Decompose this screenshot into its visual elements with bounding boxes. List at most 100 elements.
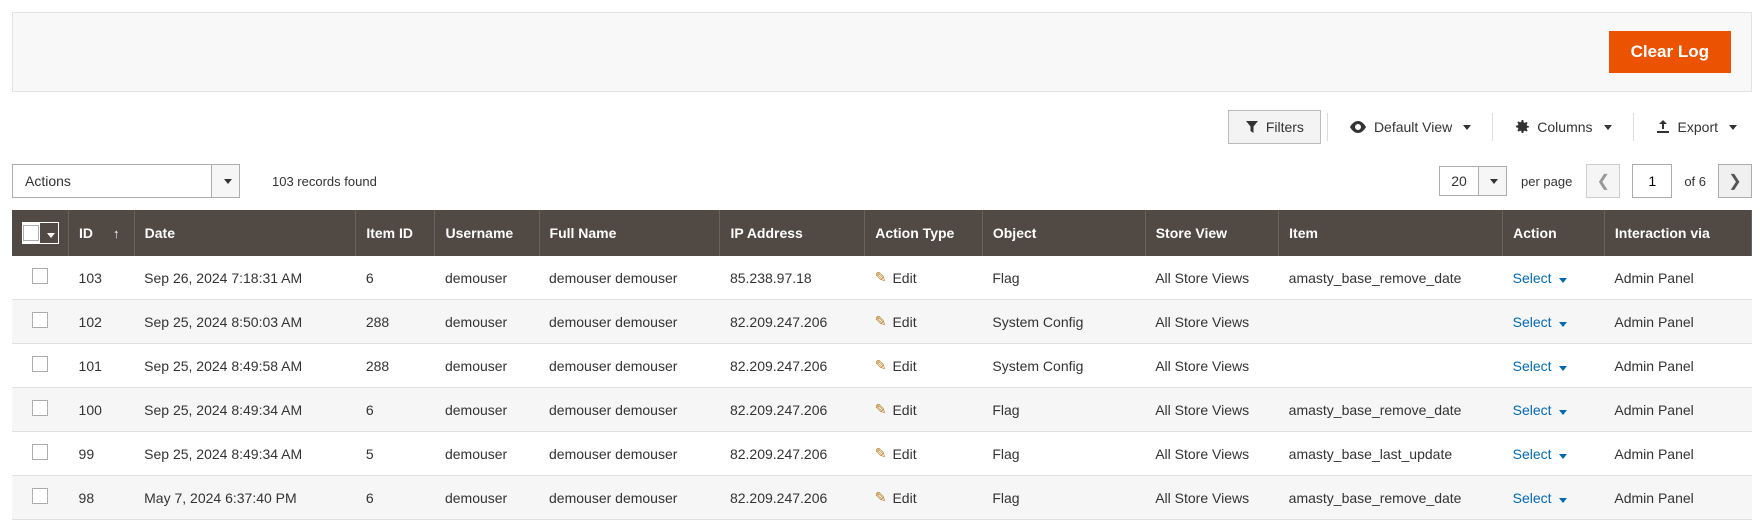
col-item[interactable]: Item <box>1279 210 1503 256</box>
prev-page-button[interactable]: ❮ <box>1586 164 1620 198</box>
pencil-icon: ✎ <box>875 269 887 286</box>
grid-controls: Actions 103 records found 20 per page ❮ … <box>12 164 1752 198</box>
cell-action: Select <box>1503 476 1605 520</box>
cell-username: demouser <box>435 476 539 520</box>
cell-id: 100 <box>69 388 135 432</box>
cell-interaction: Admin Panel <box>1604 388 1751 432</box>
default-view-button[interactable]: Default View <box>1334 112 1486 142</box>
export-button[interactable]: Export <box>1640 112 1752 142</box>
cell-full-name: demouser demouser <box>539 432 720 476</box>
filters-button[interactable]: Filters <box>1228 110 1321 144</box>
of-pages-label: of 6 <box>1684 174 1706 189</box>
row-action-select[interactable]: Select <box>1513 402 1568 418</box>
row-action-select[interactable]: Select <box>1513 270 1568 286</box>
cell-action-type: ✎Edit <box>865 432 983 476</box>
cell-action-type: ✎Edit <box>865 388 983 432</box>
caret-down-icon <box>1559 366 1567 371</box>
row-checkbox[interactable] <box>32 444 48 460</box>
filters-label: Filters <box>1266 119 1304 135</box>
separator <box>1633 113 1634 141</box>
col-full-name[interactable]: Full Name <box>539 210 720 256</box>
funnel-icon <box>1245 120 1259 134</box>
cell-item-id: 6 <box>356 256 435 300</box>
select-all-checkbox[interactable] <box>22 222 59 244</box>
col-date[interactable]: Date <box>134 210 356 256</box>
cell-object: Flag <box>982 256 1145 300</box>
cell-date: Sep 25, 2024 8:50:03 AM <box>134 300 356 344</box>
cell-interaction: Admin Panel <box>1604 300 1751 344</box>
col-action-type[interactable]: Action Type <box>865 210 983 256</box>
col-store-view[interactable]: Store View <box>1145 210 1278 256</box>
col-object[interactable]: Object <box>982 210 1145 256</box>
cell-object: Flag <box>982 388 1145 432</box>
row-checkbox[interactable] <box>32 268 48 284</box>
cell-object: Flag <box>982 432 1145 476</box>
table-row[interactable]: 103 Sep 26, 2024 7:18:31 AM 6 demouser d… <box>12 256 1752 300</box>
cell-date: May 7, 2024 6:37:40 PM <box>134 476 356 520</box>
cell-item <box>1279 300 1503 344</box>
page-size-dropdown[interactable]: 20 <box>1439 166 1507 196</box>
cell-item: amasty_base_remove_date <box>1279 256 1503 300</box>
col-item-id[interactable]: Item ID <box>356 210 435 256</box>
cell-store-view: All Store Views <box>1145 256 1278 300</box>
cell-action: Select <box>1503 300 1605 344</box>
row-checkbox[interactable] <box>32 312 48 328</box>
cell-action: Select <box>1503 344 1605 388</box>
row-action-select[interactable]: Select <box>1513 358 1568 374</box>
cell-object: Flag <box>982 476 1145 520</box>
chevron-left-icon: ❮ <box>1597 171 1610 191</box>
cell-action: Select <box>1503 256 1605 300</box>
cell-id: 102 <box>69 300 135 344</box>
records-found-label: 103 records found <box>272 174 377 189</box>
col-interaction[interactable]: Interaction via <box>1604 210 1751 256</box>
row-action-select[interactable]: Select <box>1513 314 1568 330</box>
cell-action: Select <box>1503 432 1605 476</box>
caret-down-icon <box>1604 125 1612 130</box>
table-row[interactable]: 101 Sep 25, 2024 8:49:58 AM 288 demouser… <box>12 344 1752 388</box>
page-input[interactable] <box>1632 164 1672 198</box>
table-row[interactable]: 100 Sep 25, 2024 8:49:34 AM 6 demouser d… <box>12 388 1752 432</box>
caret-down-icon <box>1559 498 1567 503</box>
columns-label: Columns <box>1537 119 1592 135</box>
log-grid: ID↑ Date Item ID Username Full Name IP A… <box>12 210 1752 520</box>
columns-button[interactable]: Columns <box>1499 112 1626 142</box>
col-ip[interactable]: IP Address <box>720 210 865 256</box>
cell-ip: 82.209.247.206 <box>720 476 865 520</box>
chevron-down-icon <box>212 164 240 198</box>
row-checkbox[interactable] <box>32 400 48 416</box>
cell-id: 103 <box>69 256 135 300</box>
pencil-icon: ✎ <box>875 445 887 462</box>
actions-label: Actions <box>12 164 212 198</box>
eye-icon <box>1349 121 1367 133</box>
cell-date: Sep 25, 2024 8:49:34 AM <box>134 388 356 432</box>
row-checkbox[interactable] <box>32 488 48 504</box>
caret-down-icon <box>1559 454 1567 459</box>
pencil-icon: ✎ <box>875 313 887 330</box>
cell-full-name: demouser demouser <box>539 476 720 520</box>
cell-store-view: All Store Views <box>1145 476 1278 520</box>
table-row[interactable]: 99 Sep 25, 2024 8:49:34 AM 5 demouser de… <box>12 432 1752 476</box>
table-row[interactable]: 98 May 7, 2024 6:37:40 PM 6 demouser dem… <box>12 476 1752 520</box>
cell-item: amasty_base_remove_date <box>1279 388 1503 432</box>
cell-id: 98 <box>69 476 135 520</box>
cell-item: amasty_base_last_update <box>1279 432 1503 476</box>
row-action-select[interactable]: Select <box>1513 446 1568 462</box>
cell-store-view: All Store Views <box>1145 388 1278 432</box>
caret-down-icon <box>1559 410 1567 415</box>
col-action[interactable]: Action <box>1503 210 1605 256</box>
row-checkbox[interactable] <box>32 356 48 372</box>
table-row[interactable]: 102 Sep 25, 2024 8:50:03 AM 288 demouser… <box>12 300 1752 344</box>
actions-dropdown[interactable]: Actions <box>12 164 240 198</box>
next-page-button[interactable]: ❯ <box>1718 164 1752 198</box>
caret-down-icon <box>1559 278 1567 283</box>
separator <box>1492 113 1493 141</box>
cell-interaction: Admin Panel <box>1604 432 1751 476</box>
row-action-select[interactable]: Select <box>1513 490 1568 506</box>
col-username[interactable]: Username <box>435 210 539 256</box>
header-bar: Clear Log <box>12 12 1752 92</box>
col-id[interactable]: ID↑ <box>69 210 135 256</box>
export-label: Export <box>1678 119 1718 135</box>
clear-log-button[interactable]: Clear Log <box>1609 31 1731 73</box>
cell-action-type: ✎Edit <box>865 300 983 344</box>
caret-down-icon <box>1463 125 1471 130</box>
